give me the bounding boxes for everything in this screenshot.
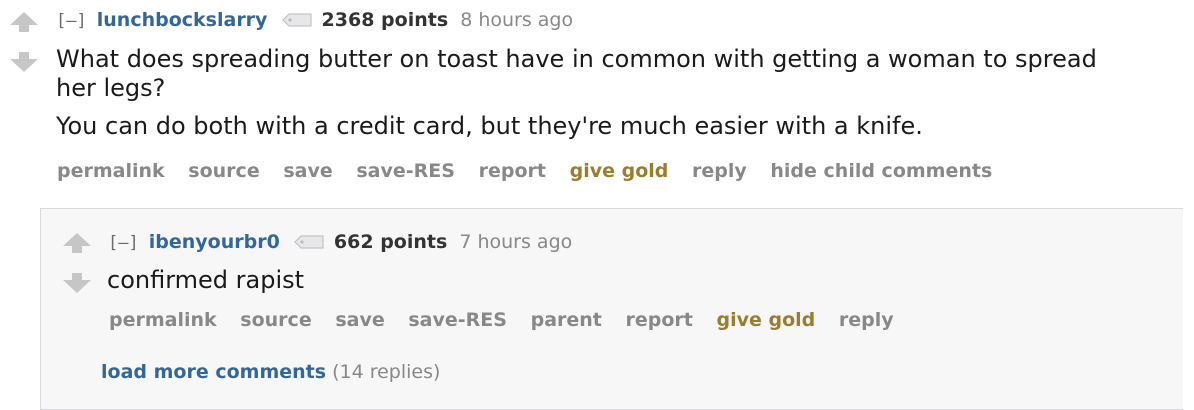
- report-button[interactable]: report: [626, 309, 693, 331]
- save-button[interactable]: save: [283, 160, 332, 182]
- score: 2368 points: [321, 9, 449, 31]
- reply-button[interactable]: reply: [692, 160, 747, 182]
- comment-body: confirmed rapist: [107, 266, 1107, 295]
- source-button[interactable]: source: [240, 309, 311, 331]
- save-res-button[interactable]: save-RES: [356, 160, 455, 182]
- give-gold-button[interactable]: give gold: [570, 160, 669, 182]
- comment-paragraph: What does spreading butter on toast have…: [56, 45, 1097, 102]
- author-link[interactable]: ibenyourbr0: [149, 231, 280, 253]
- hide-child-comments-button[interactable]: hide child comments: [770, 160, 992, 182]
- comment-tagline: [–] lunchbockslarry 2368 points 8 hours …: [56, 8, 573, 33]
- author-link[interactable]: lunchbockslarry: [97, 9, 268, 31]
- comment-body: What does spreading butter on toast have…: [56, 45, 1136, 141]
- permalink-button[interactable]: permalink: [57, 160, 165, 182]
- parent-button[interactable]: parent: [531, 309, 602, 331]
- comment-paragraph: You can do both with a credit card, but …: [56, 112, 923, 140]
- load-more-comments: load more comments (14 replies): [101, 361, 440, 383]
- comment-actions: permalink source save save-RES parent re…: [109, 309, 911, 331]
- timestamp: 8 hours ago: [460, 9, 574, 31]
- child-comment: [–] ibenyourbr0 662 points 7 hours ago c…: [40, 208, 1183, 410]
- comment-tagline: [–] ibenyourbr0 662 points 7 hours ago: [108, 230, 572, 255]
- reply-button[interactable]: reply: [839, 309, 894, 331]
- reply-count: (14 replies): [332, 361, 441, 383]
- user-tag-icon[interactable]: [294, 231, 324, 255]
- downvote-arrow-icon[interactable]: [61, 273, 93, 293]
- load-more-comments-link[interactable]: load more comments: [101, 361, 326, 383]
- source-button[interactable]: source: [188, 160, 259, 182]
- save-res-button[interactable]: save-RES: [408, 309, 507, 331]
- user-tag-icon[interactable]: [281, 9, 312, 33]
- upvote-arrow-icon[interactable]: [61, 233, 93, 253]
- parent-comment: [–] lunchbockslarry 2368 points 8 hours …: [0, 0, 1194, 200]
- score: 662 points: [333, 231, 448, 253]
- collapse-toggle[interactable]: [–]: [108, 233, 139, 253]
- timestamp: 7 hours ago: [459, 231, 573, 253]
- report-button[interactable]: report: [479, 160, 546, 182]
- downvote-arrow-icon[interactable]: [8, 52, 40, 72]
- give-gold-button[interactable]: give gold: [717, 309, 816, 331]
- permalink-button[interactable]: permalink: [109, 309, 217, 331]
- save-button[interactable]: save: [335, 309, 384, 331]
- upvote-arrow-icon[interactable]: [8, 12, 40, 32]
- comment-actions: permalink source save save-RES report gi…: [57, 160, 1009, 182]
- comment-paragraph: confirmed rapist: [107, 266, 305, 294]
- collapse-toggle[interactable]: [–]: [56, 11, 87, 31]
